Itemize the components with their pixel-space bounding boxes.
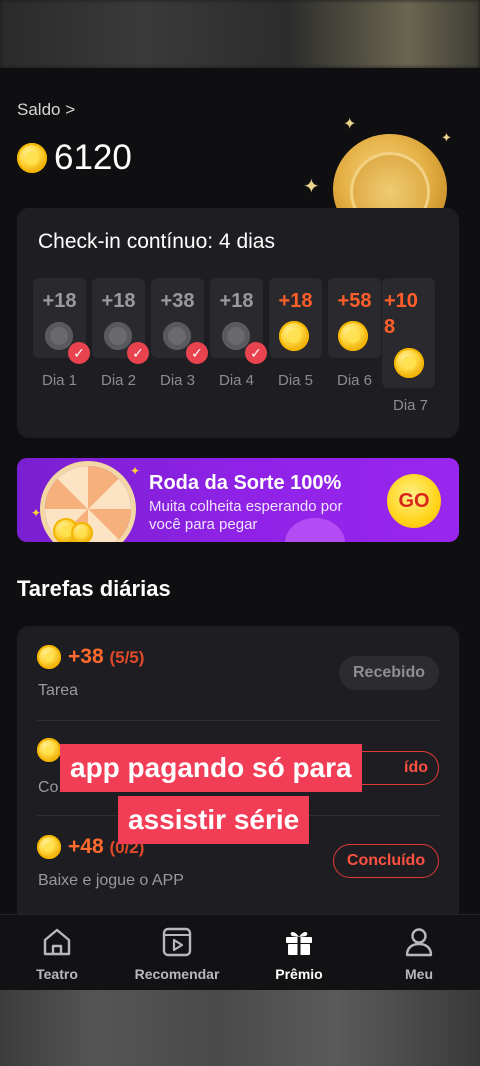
home-icon — [43, 928, 71, 956]
lucky-wheel-banner[interactable]: ✦ ✦ Roda da Sorte 100% Muita colheita es… — [17, 458, 459, 542]
coin-icon — [71, 522, 93, 542]
sparkle-icon: ✦ — [130, 464, 141, 478]
go-button[interactable]: GO — [387, 474, 441, 528]
day-label: Dia 2 — [100, 372, 137, 389]
day-amount: +18 — [219, 290, 254, 312]
day-amount: +58 — [337, 290, 372, 312]
received-button[interactable]: Recebido — [339, 656, 439, 690]
task-description: Tarea — [38, 682, 79, 699]
task-description: Co — [38, 779, 59, 796]
gift-icon — [286, 931, 312, 955]
sparkle-icon: ✦ — [303, 176, 320, 198]
check-icon: ✓ — [186, 342, 208, 364]
nav-label: Meu — [405, 966, 433, 982]
coin-claimed-icon — [45, 322, 73, 350]
check-icon: ✓ — [127, 342, 149, 364]
balance-row: 6120 — [17, 138, 132, 178]
banner-subtitle: Muita colheita esperando por você para p… — [149, 498, 379, 534]
tasks-title: Tarefas diárias — [17, 576, 171, 601]
coin-icon — [37, 645, 61, 669]
coin-icon — [37, 738, 61, 762]
nav-item-premio[interactable]: Prêmio — [239, 915, 359, 990]
task-progress: (5/5) — [109, 648, 145, 667]
sparkle-icon: ✦ — [441, 130, 452, 145]
day-label: Dia 5 — [277, 372, 314, 389]
blurred-video-bottom — [0, 990, 480, 1066]
checkin-title: Check-in contínuo: 4 dias — [38, 230, 275, 253]
coin-claimed-icon — [163, 322, 191, 350]
balance-label[interactable]: Saldo > — [17, 100, 75, 120]
banner-subtitle-line1: Muita colheita esperando por — [149, 498, 343, 515]
coin-claimed-icon — [222, 322, 250, 350]
task-reward: +38 (5/5) — [68, 645, 144, 669]
coin-icon — [17, 143, 47, 173]
user-icon — [405, 928, 433, 957]
coin-icon — [338, 321, 368, 351]
day-amount-cont: 8 — [384, 316, 396, 338]
task-amount: +48 — [68, 835, 104, 858]
caption-line-1: app pagando só para — [60, 744, 362, 792]
nav-item-meu[interactable]: Meu — [359, 915, 479, 990]
coin-icon — [37, 835, 61, 859]
task-amount: +38 — [68, 645, 104, 668]
day-label: Dia 3 — [159, 372, 196, 389]
checkin-card: Check-in contínuo: 4 dias +18 ✓ Dia 1 +1… — [17, 208, 459, 438]
check-icon: ✓ — [68, 342, 90, 364]
day-label: Dia 7 — [392, 397, 429, 414]
coin-claimed-icon — [104, 322, 132, 350]
day-amount: +18 — [42, 290, 77, 312]
coin-icon — [394, 348, 424, 378]
banner-title: Roda da Sorte 100% — [149, 472, 342, 494]
bottom-nav: Teatro Recomendar Prêmio Meu — [0, 914, 480, 990]
task-description: Baixe e jogue o APP — [38, 872, 184, 889]
day-amount: +18 — [101, 290, 136, 312]
day-label: Dia 6 — [336, 372, 373, 389]
day-amount: +38 — [160, 290, 195, 312]
check-icon: ✓ — [245, 342, 267, 364]
video-play-icon — [162, 927, 192, 957]
nav-label: Teatro — [36, 966, 78, 982]
caption-line-2: assistir série — [118, 796, 310, 844]
sparkle-icon: ✦ — [343, 116, 357, 133]
banner-subtitle-line2: você para pegar — [149, 516, 258, 533]
blurred-video-top — [0, 0, 480, 68]
balance-value: 6120 — [54, 138, 132, 177]
nav-label: Recomendar — [134, 966, 220, 982]
reward-screen: Saldo > 6120 ✦ ✦ ✦ Check-in contínuo: 4 … — [0, 68, 480, 990]
day-amount: +18 — [278, 290, 313, 312]
day-label: Dia 4 — [218, 372, 255, 389]
nav-item-teatro[interactable]: Teatro — [0, 915, 117, 990]
nav-label: Prêmio — [275, 966, 323, 982]
sparkle-icon: ✦ — [31, 506, 42, 520]
day-label: Dia 1 — [41, 372, 78, 389]
nav-item-recomendar[interactable]: Recomendar — [117, 915, 237, 990]
task-item: +38 (5/5) Tarea Recebido — [17, 626, 459, 721]
coin-icon — [279, 321, 309, 351]
day-amount: +10 — [384, 290, 418, 312]
completed-button[interactable]: Concluído — [333, 844, 439, 878]
